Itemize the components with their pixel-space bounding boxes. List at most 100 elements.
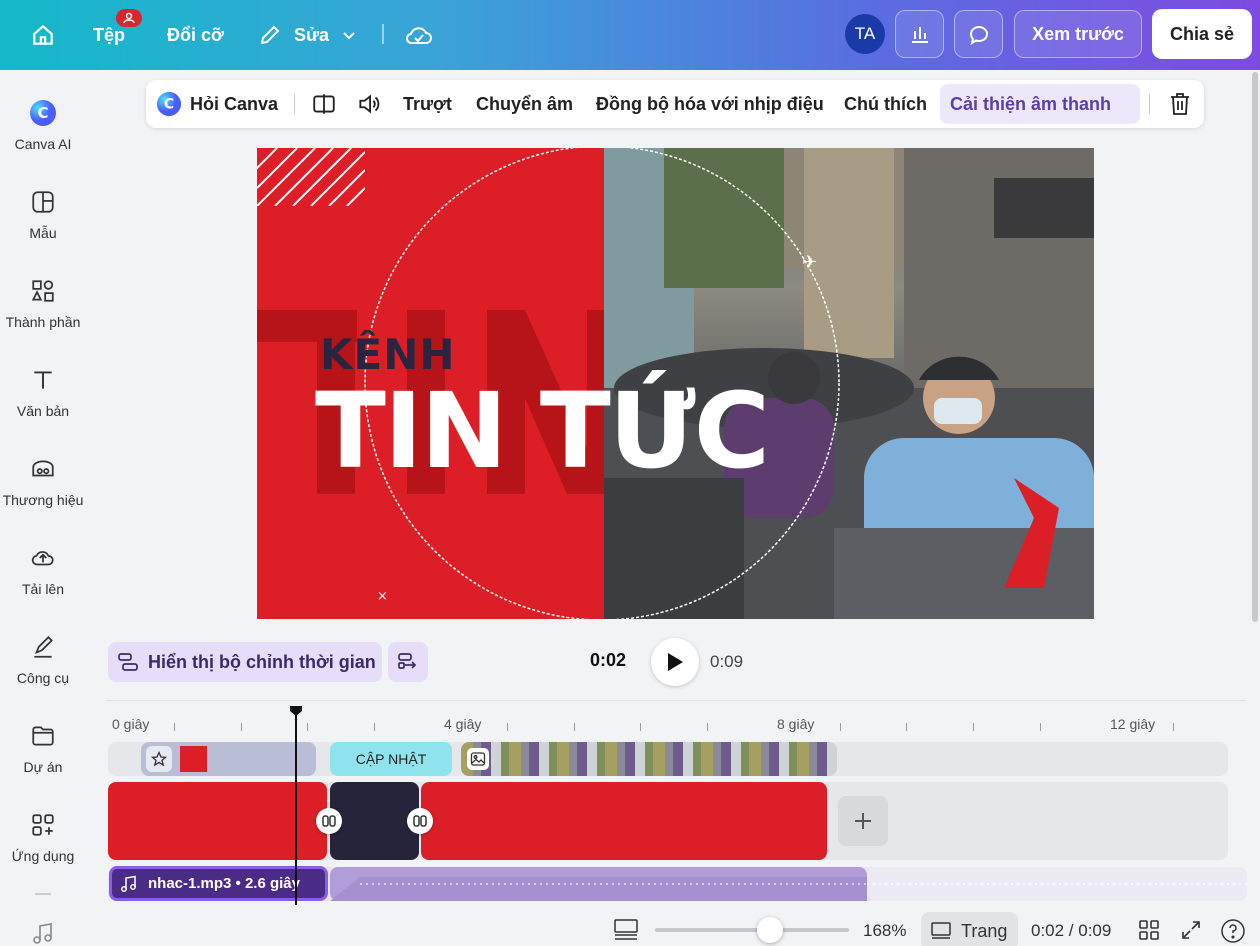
sidebar-item-text[interactable]: Văn bản bbox=[0, 353, 86, 433]
ruler-tick bbox=[174, 723, 175, 731]
page-clip-3[interactable] bbox=[421, 782, 827, 860]
pencil-icon bbox=[258, 23, 282, 47]
sidebar: C Canva AI Mẫu Thành phần Văn bản Thương… bbox=[0, 70, 86, 946]
star-icon bbox=[146, 746, 172, 772]
sidebar-item-templates[interactable]: Mẫu bbox=[0, 175, 86, 255]
transition-button[interactable] bbox=[316, 808, 342, 834]
zoom-slider-handle[interactable] bbox=[757, 917, 783, 943]
canva-ai-icon: C bbox=[28, 98, 58, 128]
enhance-audio-button[interactable]: Cải thiện âm thanh bbox=[950, 80, 1111, 128]
update-text-clip[interactable]: CẬP NHẬT bbox=[330, 742, 452, 776]
svg-text:×: × bbox=[377, 589, 388, 604]
page-clip-2[interactable] bbox=[330, 782, 419, 860]
comment-button[interactable] bbox=[954, 10, 1003, 58]
timeline-ruler[interactable]: 0 giây 4 giây 8 giây 12 giây bbox=[106, 700, 1246, 736]
sidebar-item-brand[interactable]: Thương hiệu bbox=[0, 442, 86, 522]
swap-icon bbox=[398, 653, 417, 669]
bar-chart-icon bbox=[911, 27, 928, 43]
resize-menu[interactable]: Đổi cỡ bbox=[167, 0, 224, 70]
divider bbox=[382, 24, 384, 44]
upload-icon bbox=[28, 543, 58, 573]
fullscreen-icon[interactable] bbox=[1180, 919, 1202, 946]
canva-ai-icon: C bbox=[156, 91, 182, 117]
play-icon bbox=[668, 653, 683, 671]
sidebar-label: Văn bản bbox=[16, 403, 70, 419]
tools-icon bbox=[28, 632, 58, 662]
sidebar-item-apps[interactable]: Ứng dụng bbox=[0, 798, 86, 878]
transition-button[interactable] bbox=[407, 808, 433, 834]
trash-icon[interactable] bbox=[1168, 80, 1192, 128]
transcribe-label: Chuyển âm bbox=[476, 93, 574, 114]
swap-button[interactable] bbox=[388, 642, 428, 682]
add-page-button[interactable] bbox=[838, 796, 888, 846]
image-clip[interactable] bbox=[461, 742, 837, 776]
captions-button[interactable]: Chú thích bbox=[844, 80, 927, 128]
design-canvas[interactable]: ✈ × KÊNH TIN TỨC bbox=[257, 148, 1094, 619]
music-icon[interactable] bbox=[32, 922, 54, 946]
sidebar-label: Tải lên bbox=[21, 581, 65, 597]
play-button[interactable] bbox=[651, 638, 699, 686]
ruler-tick bbox=[241, 723, 242, 731]
sidebar-label: Canva AI bbox=[14, 136, 72, 152]
divider bbox=[35, 893, 51, 895]
ruler-tick bbox=[906, 723, 907, 731]
grid-view-icon[interactable] bbox=[1138, 919, 1160, 946]
update-clip-label: CẬP NHẬT bbox=[355, 751, 427, 767]
sidebar-item-uploads[interactable]: Tải lên bbox=[0, 531, 86, 611]
ruler-label: 8 giây bbox=[777, 716, 815, 732]
ruler-tick bbox=[507, 723, 508, 731]
page-view-label: Trang bbox=[961, 920, 1008, 941]
help-icon[interactable] bbox=[1220, 918, 1246, 946]
brand-icon bbox=[28, 454, 58, 484]
edit-menu[interactable]: Sửa bbox=[258, 0, 357, 70]
share-button[interactable]: Chia sẻ bbox=[1152, 9, 1252, 59]
context-toolbar: C Hỏi Canva Trượt Chuyển âm Đồng bộ hóa … bbox=[146, 80, 1204, 128]
sidebar-item-tools[interactable]: Công cụ bbox=[0, 620, 86, 700]
vertical-scrollbar[interactable] bbox=[1252, 72, 1258, 622]
divider bbox=[1149, 94, 1150, 114]
person-icon bbox=[123, 12, 135, 24]
sidebar-item-canva-ai[interactable]: C Canva AI bbox=[0, 86, 86, 166]
element-clip[interactable] bbox=[141, 742, 316, 776]
page-view-button[interactable]: Trang bbox=[921, 912, 1018, 946]
ruler-tick bbox=[973, 723, 974, 731]
svg-text:C: C bbox=[37, 104, 48, 122]
transition-icon bbox=[322, 815, 336, 827]
ask-canva-button[interactable]: C Hỏi Canva bbox=[156, 80, 278, 128]
volume-icon[interactable] bbox=[356, 80, 382, 128]
image-icon bbox=[467, 748, 489, 770]
folder-icon bbox=[28, 721, 58, 751]
avatar[interactable]: TA bbox=[845, 14, 885, 54]
sidebar-label: Dự án bbox=[23, 759, 63, 775]
transcribe-button[interactable]: Chuyển âm bbox=[476, 80, 573, 128]
cloud-sync-icon[interactable] bbox=[404, 0, 434, 70]
ruler-tick bbox=[1040, 723, 1041, 731]
notes-icon[interactable] bbox=[613, 918, 639, 946]
preview-label: Xem trước bbox=[1032, 23, 1124, 44]
zoom-slider-track[interactable] bbox=[655, 928, 849, 932]
slide-button[interactable]: Trượt bbox=[403, 80, 452, 128]
sidebar-label: Công cụ bbox=[16, 670, 70, 686]
insights-button[interactable] bbox=[895, 10, 944, 58]
home-icon[interactable] bbox=[30, 0, 56, 70]
playhead[interactable] bbox=[295, 712, 297, 905]
playhead-handle[interactable] bbox=[289, 705, 303, 717]
music-note-icon bbox=[120, 875, 138, 893]
sync-beat-button[interactable]: Đồng bộ hóa với nhịp điệu bbox=[596, 80, 824, 128]
preview-button[interactable]: Xem trước bbox=[1014, 10, 1142, 58]
sidebar-item-projects[interactable]: Dự án bbox=[0, 709, 86, 789]
title-big[interactable]: TIN TỨC bbox=[315, 370, 770, 492]
audio-waveform bbox=[330, 867, 867, 901]
split-icon[interactable] bbox=[311, 80, 337, 128]
show-timing-button[interactable]: Hiển thị bộ chỉnh thời gian bbox=[108, 642, 382, 682]
apps-icon bbox=[28, 810, 58, 840]
sidebar-item-elements[interactable]: Thành phần bbox=[0, 264, 86, 344]
ruler-tick bbox=[307, 723, 308, 731]
current-time: 0:02 bbox=[590, 650, 627, 670]
enhance-audio-label: Cải thiện âm thanh bbox=[950, 93, 1112, 114]
text-icon bbox=[28, 365, 58, 395]
sidebar-label: Ứng dụng bbox=[11, 848, 75, 864]
audio-clip-label: nhac-1.mp3 • 2.6 giây bbox=[148, 875, 300, 892]
zoom-percent: 168% bbox=[863, 921, 907, 940]
ruler-tick bbox=[640, 723, 641, 731]
